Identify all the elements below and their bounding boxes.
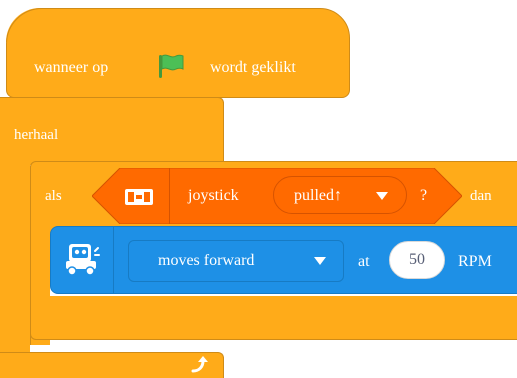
joystick-sensor-icon <box>125 189 153 205</box>
hat-block-prefix: wanneer op <box>34 59 109 76</box>
if-then-label: dan <box>470 188 492 204</box>
chevron-down-icon <box>376 192 388 200</box>
hat-block-suffix: wordt geklikt <box>210 59 296 76</box>
loop-arrow-icon <box>191 356 208 373</box>
repeat-block-label: herhaal <box>14 127 59 143</box>
unit-label: RPM <box>458 253 492 270</box>
speed-input[interactable]: 50 <box>389 241 445 279</box>
joystick-state-value: pulled↑ <box>294 187 342 204</box>
joystick-label: joystick <box>188 187 239 204</box>
robot-icon <box>66 244 100 276</box>
at-label: at <box>358 253 370 270</box>
sensor-divider <box>169 168 170 224</box>
chevron-down-icon <box>314 257 326 265</box>
direction-value: moves forward <box>158 252 255 269</box>
code-canvas: herhaal wanneer op wordt geklikt als dan… <box>0 0 517 378</box>
motion-divider <box>113 226 114 294</box>
if-block-bottom[interactable] <box>30 296 517 340</box>
condition-suffix: ? <box>420 187 428 204</box>
if-block-label: als <box>45 188 62 204</box>
repeat-block-arm[interactable] <box>0 160 30 378</box>
green-flag-icon <box>159 54 184 78</box>
